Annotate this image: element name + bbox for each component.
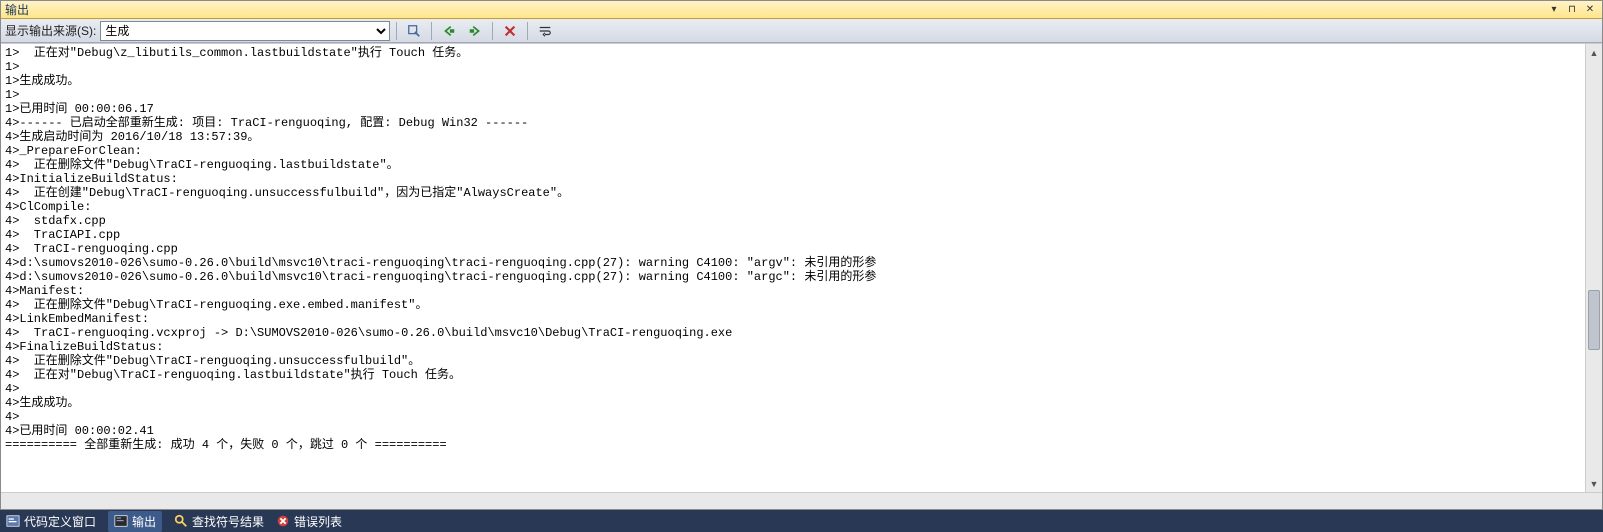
toggle-wrap-button[interactable] (534, 21, 556, 41)
toolbar-separator (492, 22, 493, 40)
clear-all-button[interactable] (499, 21, 521, 41)
tab-label: 输出 (132, 513, 156, 530)
scroll-thumb[interactable] (1588, 290, 1600, 350)
next-message-button[interactable] (464, 21, 486, 41)
output-text[interactable]: 1> 正在对"Debug\z_libutils_common.lastbuild… (1, 44, 1585, 492)
toolbar-separator (527, 22, 528, 40)
find-icon (407, 24, 421, 38)
toolbar-separator (431, 22, 432, 40)
close-icon[interactable]: ✕ (1582, 3, 1598, 17)
word-wrap-icon (538, 24, 552, 38)
output-body: 1> 正在对"Debug\z_libutils_common.lastbuild… (1, 43, 1602, 492)
tab-label: 查找符号结果 (192, 513, 264, 530)
prev-message-button[interactable] (438, 21, 460, 41)
pin-icon[interactable]: ⊓ (1564, 3, 1580, 17)
output-icon (114, 514, 128, 528)
window-dropdown-icon[interactable]: ▾ (1546, 3, 1562, 17)
tab-find-symbol[interactable]: 查找符号结果 (174, 513, 264, 530)
find-symbol-icon (174, 514, 188, 528)
error-list-icon (276, 514, 290, 528)
output-source-select[interactable]: 生成 (100, 21, 390, 41)
scroll-up-icon[interactable]: ▲ (1586, 44, 1602, 61)
scroll-down-icon[interactable]: ▼ (1586, 475, 1602, 492)
output-panel: 输出 ▾ ⊓ ✕ 显示输出来源(S): 生成 1> 正在对"Debug\z_li… (0, 0, 1603, 510)
clear-icon (503, 24, 517, 38)
tab-code-definition[interactable]: 代码定义窗口 (6, 513, 96, 530)
code-def-icon (6, 514, 20, 528)
panel-titlebar: 输出 ▾ ⊓ ✕ (1, 1, 1602, 19)
find-message-button[interactable] (403, 21, 425, 41)
tab-label: 代码定义窗口 (24, 513, 96, 530)
toolbar-separator (396, 22, 397, 40)
arrow-left-icon (442, 24, 456, 38)
tab-error-list[interactable]: 错误列表 (276, 513, 342, 530)
panel-title: 输出 (5, 1, 1544, 18)
output-source-label: 显示输出来源(S): (5, 22, 96, 39)
tab-output[interactable]: 输出 (108, 511, 162, 532)
output-toolbar: 显示输出来源(S): 生成 (1, 19, 1602, 43)
bottom-tab-strip: 代码定义窗口 输出 查找符号结果 错误列表 (0, 510, 1603, 532)
horizontal-scrollbar[interactable] (1, 492, 1602, 509)
vertical-scrollbar[interactable]: ▲ ▼ (1585, 44, 1602, 492)
tab-label: 错误列表 (294, 513, 342, 530)
arrow-right-icon (468, 24, 482, 38)
